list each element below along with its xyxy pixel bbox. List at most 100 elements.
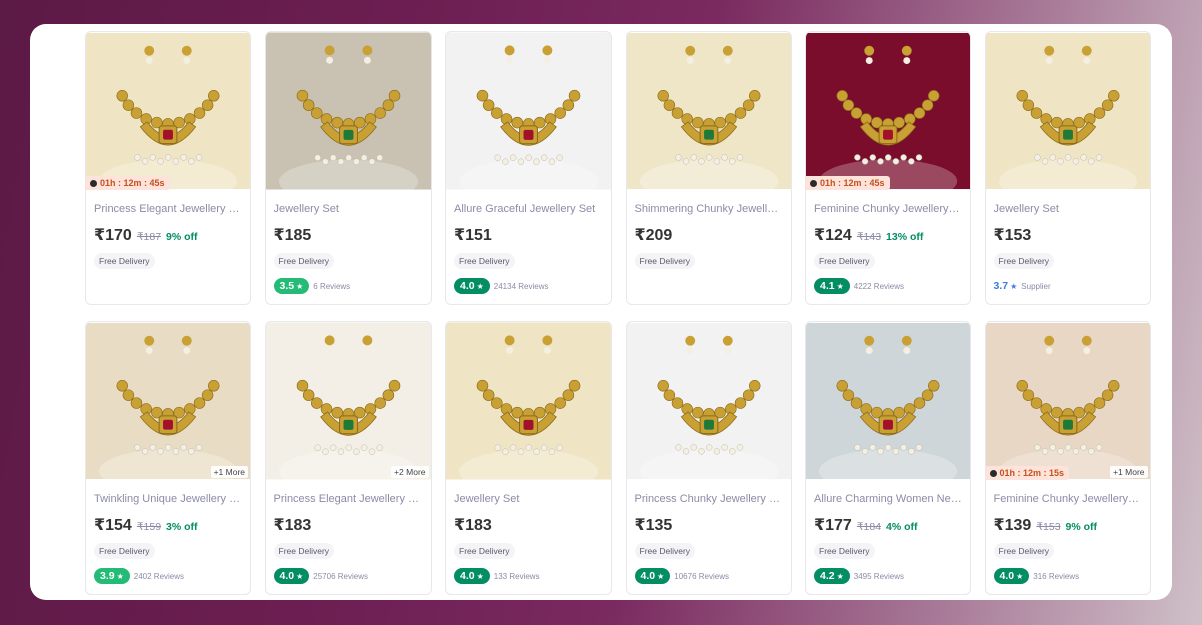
product-image[interactable]	[446, 32, 611, 190]
product-price: ₹183	[273, 517, 312, 534]
product-price: ₹135	[634, 517, 673, 534]
product-image[interactable]: 01h : 12m : 45s	[806, 32, 970, 190]
product-name[interactable]: Princess Elegant Jewellery Set	[94, 203, 242, 217]
product-image[interactable]	[806, 322, 970, 480]
free-delivery-badge: Free Delivery	[94, 253, 155, 269]
discount-label: 9% off	[1065, 521, 1098, 533]
review-count: 3495 Reviews	[853, 571, 905, 581]
product-name[interactable]: Feminine Chunky Jewellery Set	[814, 203, 962, 217]
product-card[interactable]: Princess Chunky Jewellery Set ₹135 Free D…	[625, 321, 792, 595]
product-name[interactable]: Shimmering Chunky Jewellery Set	[635, 203, 783, 217]
product-image[interactable]	[985, 32, 1150, 190]
product-card[interactable]: Allure Graceful Jewellery Set ₹151 Free D…	[445, 31, 612, 305]
more-variants-badge[interactable]: +1 More	[1110, 466, 1148, 478]
product-name[interactable]: Princess Elegant Jewellery Set	[274, 493, 423, 507]
rating-row: 3.7 ★ Supplier	[994, 277, 1150, 295]
original-price: ₹159	[136, 521, 162, 533]
product-card[interactable]: 01h : 12m : 45s Princess Elegant Jeweller…	[85, 31, 251, 305]
free-delivery-badge: Free Delivery	[273, 253, 335, 269]
star-icon: ★	[116, 571, 124, 581]
price-row: ₹139 ₹153 9% off	[994, 515, 1142, 534]
product-image[interactable]	[265, 32, 431, 190]
rating-row: 4.0 ★ 316 Reviews	[993, 567, 1150, 585]
deal-timer-text: 01h : 12m : 45s	[100, 178, 165, 188]
product-image[interactable]: 01h : 12m : 15s +1 More	[985, 322, 1150, 480]
rating-row: 4.0 ★ 25706 Reviews	[273, 567, 431, 585]
product-name[interactable]: Allure Graceful Jewellery Set	[454, 203, 603, 217]
original-price: ₹184	[856, 521, 882, 533]
product-image[interactable]	[446, 322, 611, 480]
star-icon: ★	[296, 281, 304, 291]
product-image[interactable]: 01h : 12m : 45s	[86, 32, 250, 190]
product-name[interactable]: Feminine Chunky Jewellery Set	[994, 493, 1142, 507]
free-delivery-badge: Free Delivery	[94, 543, 155, 559]
rating-value: 3.5	[279, 280, 295, 292]
rating-row: 3.9 ★ 2402 Reviews	[94, 567, 250, 585]
review-count: 24134 Reviews	[493, 281, 549, 291]
rating-row: 4.1 ★ 4222 Reviews	[814, 277, 970, 295]
free-delivery-badge: Free Delivery	[454, 543, 515, 559]
free-delivery-badge: Free Delivery	[454, 253, 515, 269]
product-image[interactable]: +1 More	[86, 322, 250, 480]
more-variants-badge[interactable]: +1 More	[210, 466, 248, 478]
product-card[interactable]: Shimmering Chunky Jewellery Set ₹209 Free…	[625, 31, 792, 305]
rating-row: 3.5 ★ 6 Reviews	[273, 277, 431, 295]
product-name[interactable]: Allure Charming Women Necklace	[814, 493, 962, 507]
deal-timer: 01h : 12m : 45s	[806, 176, 890, 190]
product-price: ₹183	[454, 517, 492, 534]
product-card[interactable]: Jewellery Set ₹153 Free Delivery 3.7 ★ Sup…	[984, 31, 1151, 305]
free-delivery-badge: Free Delivery	[273, 543, 335, 559]
discount-label: 4% off	[886, 521, 918, 533]
original-price: ₹143	[856, 231, 882, 243]
rating-badge: 4.0 ★	[273, 568, 310, 584]
product-grid: 01h : 12m : 45s Princess Elegant Jeweller…	[85, 31, 1151, 595]
price-row: ₹170 ₹187 9% off	[94, 225, 242, 244]
rating-value: 4.0	[279, 570, 295, 582]
rating-badge: 4.2 ★	[814, 568, 850, 584]
product-image[interactable]	[626, 32, 791, 190]
product-name[interactable]: Princess Chunky Jewellery Set	[635, 493, 783, 507]
price-row: ₹185	[273, 225, 423, 244]
rating-badge: 4.0 ★	[634, 568, 671, 584]
product-price: ₹151	[454, 227, 492, 244]
product-name[interactable]: Jewellery Set	[454, 493, 603, 507]
rating-badge: 3.9 ★	[94, 568, 130, 584]
rating-value: 4.1	[820, 280, 835, 292]
star-icon: ★	[1016, 571, 1024, 581]
star-icon: ★	[836, 281, 844, 291]
star-icon: ★	[836, 571, 844, 581]
product-card[interactable]: Allure Charming Women Necklace ₹177 ₹184 4…	[805, 321, 971, 595]
original-price: ₹187	[136, 231, 162, 243]
discount-label: 13% off	[886, 231, 924, 243]
product-panel: 01h : 12m : 45s Princess Elegant Jeweller…	[30, 24, 1172, 600]
review-count: 2402 Reviews	[133, 571, 185, 581]
product-name[interactable]: Jewellery Set	[994, 203, 1142, 217]
rating-row: 4.0 ★ 24134 Reviews	[454, 277, 611, 295]
clock-icon	[810, 179, 817, 187]
product-card[interactable]: Jewellery Set ₹183 Free Delivery 4.0 ★ 133…	[445, 321, 612, 595]
free-delivery-badge: Free Delivery	[634, 543, 696, 559]
deal-timer-text: 01h : 12m : 15s	[999, 468, 1065, 478]
product-name[interactable]: Jewellery Set	[274, 203, 423, 217]
price-row: ₹124 ₹143 13% off	[814, 225, 962, 244]
product-price: ₹185	[273, 227, 312, 244]
product-card[interactable]: +1 More Twinkling Unique Jewellery Set ₹1…	[85, 321, 251, 595]
more-variants-badge[interactable]: +2 More	[391, 466, 429, 478]
product-price: ₹177	[814, 517, 852, 534]
product-card[interactable]: +2 More Princess Elegant Jewellery Set ₹1…	[264, 321, 432, 595]
rating-value: 4.0	[640, 570, 656, 582]
free-delivery-badge: Free Delivery	[814, 543, 875, 559]
product-card[interactable]: 01h : 12m : 45s Feminine Chunky Jewellery…	[805, 31, 971, 305]
rating-value: 3.9	[100, 570, 115, 582]
deal-timer-text: 01h : 12m : 45s	[820, 178, 885, 188]
star-icon: ★	[1010, 281, 1018, 291]
product-image[interactable]: +2 More	[265, 322, 431, 480]
price-row: ₹209	[635, 225, 783, 244]
product-card[interactable]: Jewellery Set ₹185 Free Delivery 3.5 ★ 6 R…	[264, 31, 432, 305]
price-row: ₹183	[273, 515, 423, 534]
rating-value: 4.0	[460, 570, 475, 582]
product-card[interactable]: 01h : 12m : 15s +1 More Feminine Chunky Je…	[984, 321, 1151, 595]
product-name[interactable]: Twinkling Unique Jewellery Set	[94, 493, 242, 507]
clock-icon	[90, 179, 97, 187]
product-image[interactable]	[626, 322, 791, 480]
